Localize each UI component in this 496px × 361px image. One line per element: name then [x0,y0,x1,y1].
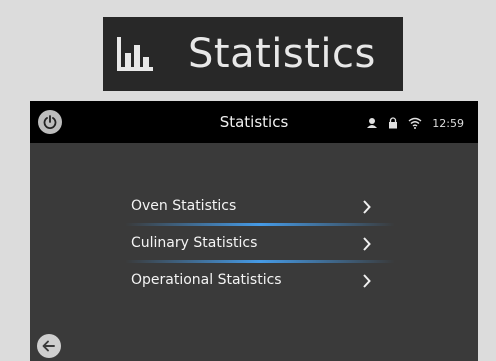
chevron-right-icon [362,236,371,255]
device-screen: Statistics 12:59 Oven Statistics Culinar… [30,101,478,361]
clock: 12:59 [432,116,464,130]
user-icon [366,114,378,133]
statistics-menu: Oven Statistics Culinary Statistics Oper… [125,189,395,297]
statistics-banner: Statistics [103,17,403,91]
menu-item-oven-statistics[interactable]: Oven Statistics [125,189,395,223]
menu-item-culinary-statistics[interactable]: Culinary Statistics [125,226,395,260]
menu-item-label: Culinary Statistics [131,235,258,251]
wifi-icon [408,114,422,133]
top-bar: Statistics 12:59 [30,101,478,143]
menu-item-operational-statistics[interactable]: Operational Statistics [125,263,395,297]
arrow-left-icon [42,340,55,352]
lock-icon [388,114,398,133]
bar-chart-icon [115,35,155,75]
back-button[interactable] [37,334,61,358]
banner-title: Statistics [188,31,376,77]
menu-item-label: Operational Statistics [131,272,282,288]
status-bar: 12:59 [356,115,464,131]
chevron-right-icon [362,273,371,292]
menu-item-label: Oven Statistics [131,198,237,214]
chevron-right-icon [362,199,371,218]
